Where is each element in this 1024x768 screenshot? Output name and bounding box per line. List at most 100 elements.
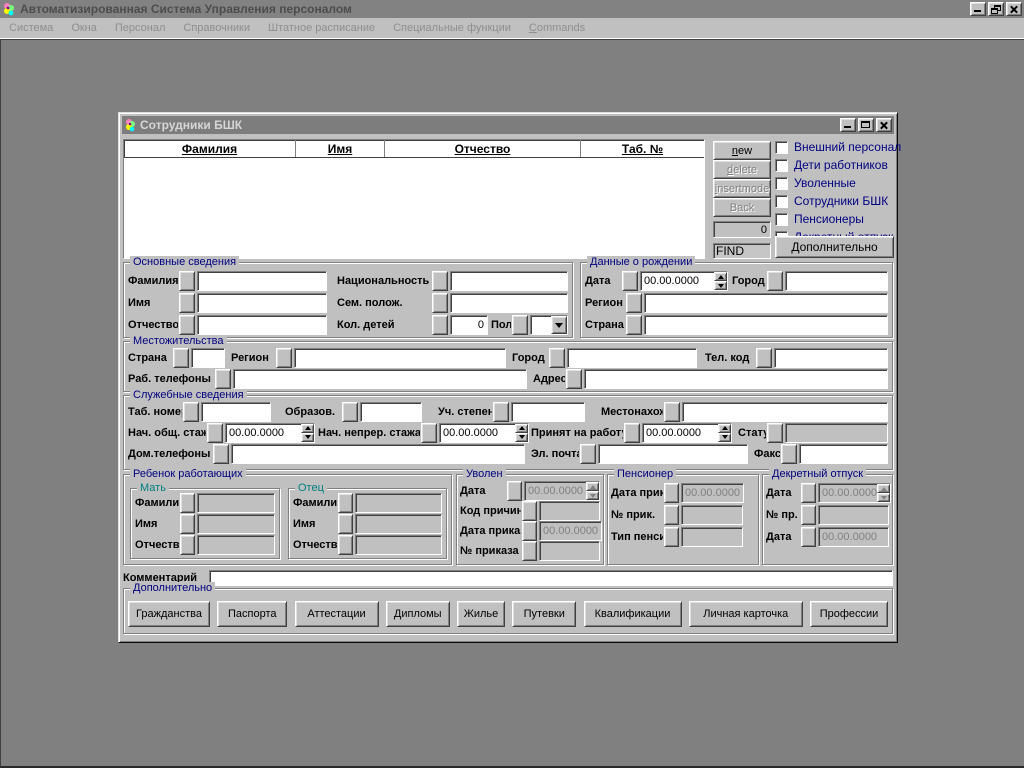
spin-down-icon[interactable]	[714, 281, 727, 290]
tab-number-input[interactable]	[201, 402, 271, 422]
filter-dismissed[interactable]: Уволенные	[775, 174, 895, 192]
phone-code-input[interactable]	[774, 348, 888, 368]
spin-down-icon[interactable]	[877, 493, 890, 502]
status-lookup-button[interactable]	[767, 423, 783, 443]
mother-name-lookup-button[interactable]	[180, 514, 195, 534]
spin-down-icon[interactable]	[301, 433, 314, 442]
location-lookup-button[interactable]	[664, 402, 680, 422]
back-button[interactable]: Back	[713, 198, 771, 217]
passports-button[interactable]: Паспорта	[217, 601, 287, 627]
mother-patronymic-lookup-button[interactable]	[180, 535, 195, 555]
maternity-date-to-lookup-button[interactable]	[801, 527, 816, 547]
menu-staffing[interactable]: Штатное расписание	[259, 22, 384, 34]
birth-date-lookup-button[interactable]	[622, 271, 638, 291]
insertmode-button[interactable]: insertmode	[713, 179, 771, 198]
checkbox-icon[interactable]	[775, 213, 788, 226]
residence-region-input[interactable]	[294, 348, 506, 368]
checkbox-icon[interactable]	[775, 141, 788, 154]
column-tab-number[interactable]: Таб. №	[581, 140, 704, 157]
hired-date-spinedit[interactable]: 00.00.0000	[642, 423, 732, 443]
minimize-button[interactable]	[970, 2, 986, 16]
comment-input[interactable]	[209, 570, 893, 586]
birth-date-spinedit[interactable]: 00.00.0000	[640, 271, 728, 291]
education-input[interactable]	[360, 402, 422, 422]
home-phones-lookup-button[interactable]	[213, 444, 229, 464]
residence-country-lookup-button[interactable]	[173, 348, 189, 368]
dropdown-arrow-icon[interactable]	[551, 316, 567, 334]
column-patronymic[interactable]: Отчество	[385, 140, 581, 157]
window-close-button[interactable]	[876, 118, 892, 132]
patronymic-input[interactable]	[197, 315, 327, 335]
total-service-spinedit[interactable]: 00.00.0000	[225, 423, 315, 443]
fax-lookup-button[interactable]	[781, 444, 797, 464]
kids-count-lookup-button[interactable]	[432, 315, 448, 335]
citizenships-button[interactable]: Гражданства	[128, 601, 210, 627]
employees-table[interactable]: Фамилия Имя Отчество Таб. №	[123, 139, 705, 259]
hired-date-lookup-button[interactable]	[624, 423, 640, 443]
patronymic-lookup-button[interactable]	[179, 315, 195, 335]
filter-bshk-employees[interactable]: Сотрудники БШК	[775, 192, 895, 210]
gender-combobox[interactable]	[530, 315, 568, 335]
checkbox-icon[interactable]	[775, 177, 788, 190]
housing-button[interactable]: Жилье	[457, 601, 505, 627]
phone-code-lookup-button[interactable]	[756, 348, 772, 368]
spin-up-icon[interactable]	[714, 272, 727, 281]
filter-employee-children[interactable]: Дети работников	[775, 156, 895, 174]
filter-external-personnel[interactable]: Внешний персонал	[775, 138, 895, 156]
spin-up-icon[interactable]	[301, 424, 314, 433]
app-titlebar[interactable]: Автоматизированная Система Управления пе…	[0, 0, 1024, 18]
maternity-date-from-lookup-button[interactable]	[801, 483, 816, 503]
maternity-order-number-lookup-button[interactable]	[801, 505, 816, 525]
residence-city-input[interactable]	[567, 348, 697, 368]
spin-up-icon[interactable]	[718, 424, 731, 433]
checkbox-icon[interactable]	[775, 159, 788, 172]
residence-region-lookup-button[interactable]	[276, 348, 292, 368]
spin-up-icon[interactable]	[586, 482, 599, 491]
employees-table-body[interactable]	[124, 158, 704, 258]
qualifications-button[interactable]: Квалификации	[584, 601, 682, 627]
spin-down-icon[interactable]	[586, 491, 599, 500]
menu-personnel[interactable]: Персонал	[106, 22, 175, 34]
menu-windows[interactable]: Окна	[62, 22, 106, 34]
tab-number-lookup-button[interactable]	[183, 402, 199, 422]
menu-special-functions[interactable]: Специальные функции	[384, 22, 520, 34]
window-maximize-button[interactable]	[858, 118, 874, 132]
nationality-input[interactable]	[450, 271, 568, 291]
surname-lookup-button[interactable]	[179, 271, 195, 291]
new-button[interactable]: new	[713, 141, 771, 160]
degree-lookup-button[interactable]	[493, 402, 509, 422]
professions-button[interactable]: Профессии	[810, 601, 888, 627]
email-lookup-button[interactable]	[580, 444, 596, 464]
pension-type-lookup-button[interactable]	[664, 527, 679, 547]
surname-input[interactable]	[197, 271, 327, 291]
birth-region-lookup-button[interactable]	[626, 293, 642, 313]
delete-button[interactable]: delete	[713, 160, 771, 179]
spin-up-icon[interactable]	[877, 484, 890, 493]
email-input[interactable]	[598, 444, 748, 464]
column-name[interactable]: Имя	[296, 140, 385, 157]
birth-country-input[interactable]	[644, 315, 888, 335]
personal-card-button[interactable]: Личная карточка	[689, 601, 803, 627]
nationality-lookup-button[interactable]	[432, 271, 448, 291]
dismissed-date-lookup-button[interactable]	[507, 481, 522, 501]
diplomas-button[interactable]: Дипломы	[386, 601, 450, 627]
birth-country-lookup-button[interactable]	[626, 315, 642, 335]
work-phones-lookup-button[interactable]	[215, 369, 231, 389]
close-button[interactable]	[1006, 2, 1022, 16]
mother-surname-lookup-button[interactable]	[180, 493, 195, 513]
spin-down-icon[interactable]	[515, 433, 528, 442]
birth-city-input[interactable]	[785, 271, 888, 291]
checkbox-icon[interactable]	[775, 195, 788, 208]
father-surname-lookup-button[interactable]	[338, 493, 353, 513]
address-input[interactable]	[584, 369, 888, 389]
continuous-service-lookup-button[interactable]	[421, 423, 437, 443]
menu-commands[interactable]: Commands	[520, 22, 594, 34]
residence-country-input[interactable]	[191, 348, 225, 368]
address-lookup-button[interactable]	[566, 369, 582, 389]
total-service-lookup-button[interactable]	[207, 423, 223, 443]
vouchers-button[interactable]: Путевки	[512, 601, 576, 627]
residence-city-lookup-button[interactable]	[549, 348, 565, 368]
birth-city-lookup-button[interactable]	[767, 271, 783, 291]
menu-references[interactable]: Справочники	[174, 22, 259, 34]
window-minimize-button[interactable]	[840, 118, 856, 132]
